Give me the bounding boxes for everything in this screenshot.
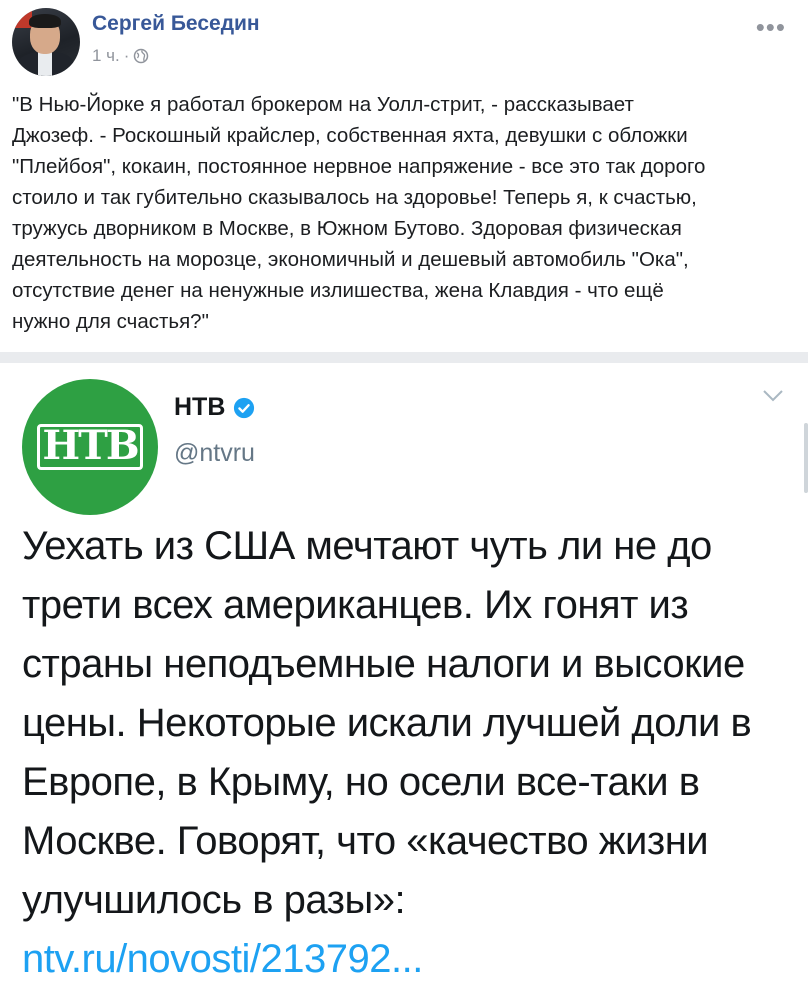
avatar-detail — [38, 52, 52, 76]
post-text: "В Нью-Йорке я работал брокером на Уолл-… — [12, 93, 706, 333]
scrollbar[interactable] — [804, 423, 808, 493]
tweet-account-name[interactable]: НТВ — [174, 393, 255, 422]
avatar-detail — [29, 14, 61, 28]
chevron-down-icon[interactable] — [762, 389, 784, 403]
post-time[interactable]: 1 ч. — [92, 46, 120, 66]
tweet-body: Уехать из США мечтают чуть ли не до трет… — [22, 517, 792, 989]
tweet-body-text: Уехать из США мечтают чуть ли не до трет… — [22, 524, 752, 922]
more-horizontal-icon[interactable]: ••• — [756, 14, 786, 40]
tweet-link[interactable]: ntv.ru/novosti/213792... — [22, 937, 423, 981]
verified-badge-icon — [234, 397, 255, 418]
author-avatar[interactable] — [12, 8, 80, 76]
ntv-logo-text: НТВ — [37, 424, 143, 470]
section-divider — [0, 352, 808, 363]
post-meta: 1 ч. · — [92, 46, 149, 66]
globe-icon[interactable] — [133, 48, 149, 64]
meta-separator: · — [123, 46, 130, 65]
tweet-handle[interactable]: @ntvru — [174, 439, 255, 468]
ntv-logo: НТВ — [22, 379, 158, 515]
tweet-name-text: НТВ — [174, 393, 226, 421]
embedded-tweet[interactable]: НТВ НТВ @ntvru Уехать из США мечтают чут… — [0, 363, 808, 981]
author-name[interactable]: Сергей Беседин — [92, 12, 260, 36]
ntv-logo-mark: НТВ — [36, 424, 143, 470]
post-header: Сергей Беседин 1 ч. · ••• — [0, 0, 808, 84]
